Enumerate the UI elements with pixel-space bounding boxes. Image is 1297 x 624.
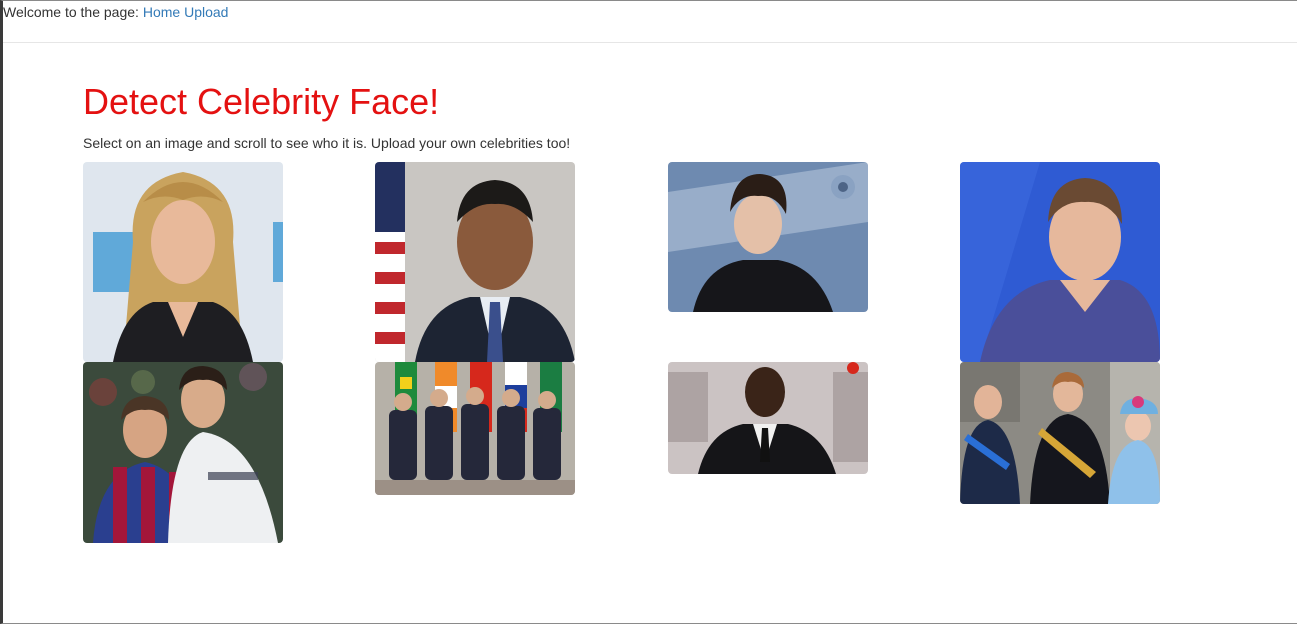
royal-family-group-icon [960,362,1160,504]
home-link[interactable]: Home [143,4,180,20]
group-of-five-leaders-icon [375,362,575,495]
celebrity-photo-5[interactable] [83,362,283,543]
man-blue-sweater-portrait-icon [960,162,1160,362]
celebrity-photo-6[interactable] [375,362,575,495]
page-subtitle: Select on an image and scroll to see who… [83,135,571,151]
celebrity-photo-3[interactable] [668,162,868,312]
man-suit-flag-portrait-icon [375,162,575,362]
welcome-text: Welcome to the page: [3,4,139,20]
man-dark-hair-portrait-icon [668,162,868,312]
page-title: Detect Celebrity Face! [83,81,440,122]
man-suit-smiling-portrait-icon [668,362,868,474]
upload-link[interactable]: Upload [184,4,228,20]
celebrity-photo-7[interactable] [668,362,868,474]
two-football-players-icon [83,362,283,543]
woman-blonde-portrait-icon [83,162,283,362]
celebrity-photo-2[interactable] [375,162,575,362]
celebrity-photo-8[interactable] [960,362,1160,504]
celebrity-photo-1[interactable] [83,162,283,362]
celebrity-photo-4[interactable] [960,162,1160,362]
top-nav-bar: Welcome to the page: Home Upload [3,2,1297,43]
